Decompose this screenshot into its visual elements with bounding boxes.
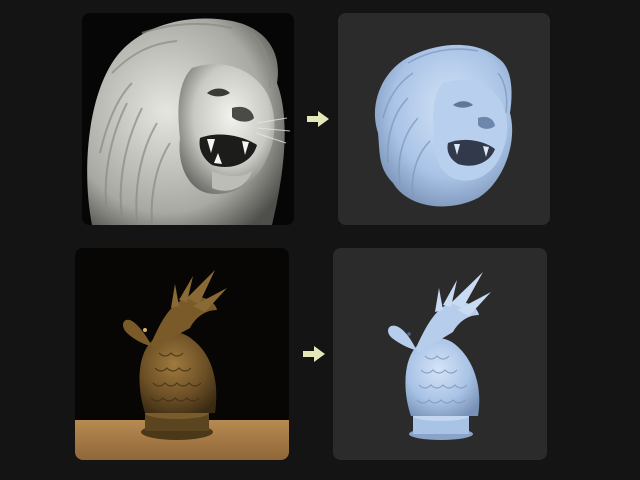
convert-arrow-icon — [302, 345, 326, 363]
dragon-sculpture-image — [75, 248, 289, 460]
lion-model-panel — [338, 13, 550, 225]
dragon-model-panel — [333, 248, 547, 460]
dragon-photo-panel — [75, 248, 289, 460]
lion-3d-model-image — [338, 13, 550, 225]
convert-arrow-icon — [306, 110, 330, 128]
lion-sculpture-image — [82, 13, 294, 225]
dragon-3d-model-image — [333, 248, 547, 460]
lion-photo-panel — [82, 13, 294, 225]
